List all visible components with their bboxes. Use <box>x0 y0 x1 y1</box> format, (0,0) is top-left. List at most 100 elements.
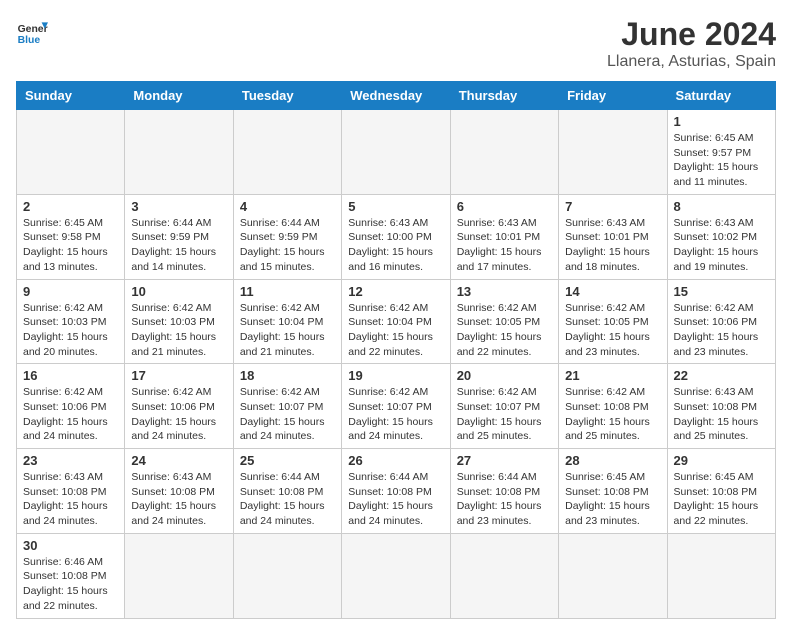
day-number: 27 <box>457 453 552 468</box>
calendar-cell <box>450 110 558 195</box>
day-number: 7 <box>565 199 660 214</box>
weekday-header-wednesday: Wednesday <box>342 82 450 110</box>
day-number: 23 <box>23 453 118 468</box>
day-number: 18 <box>240 368 335 383</box>
weekday-header-friday: Friday <box>559 82 667 110</box>
day-info: Sunrise: 6:42 AMSunset: 10:05 PMDaylight… <box>565 301 660 360</box>
day-info: Sunrise: 6:42 AMSunset: 10:06 PMDaylight… <box>131 385 226 444</box>
day-info: Sunrise: 6:42 AMSunset: 10:06 PMDaylight… <box>674 301 769 360</box>
day-number: 6 <box>457 199 552 214</box>
day-number: 2 <box>23 199 118 214</box>
day-info: Sunrise: 6:42 AMSunset: 10:03 PMDaylight… <box>23 301 118 360</box>
day-info: Sunrise: 6:43 AMSunset: 10:08 PMDaylight… <box>23 470 118 529</box>
day-number: 10 <box>131 284 226 299</box>
calendar-cell <box>125 110 233 195</box>
day-info: Sunrise: 6:43 AMSunset: 10:02 PMDaylight… <box>674 216 769 275</box>
day-info: Sunrise: 6:45 AMSunset: 9:58 PMDaylight:… <box>23 216 118 275</box>
day-info: Sunrise: 6:43 AMSunset: 10:01 PMDaylight… <box>565 216 660 275</box>
day-info: Sunrise: 6:44 AMSunset: 9:59 PMDaylight:… <box>131 216 226 275</box>
calendar-cell: 10 Sunrise: 6:42 AMSunset: 10:03 PMDaylig… <box>125 279 233 364</box>
calendar-cell: 9 Sunrise: 6:42 AMSunset: 10:03 PMDayligh… <box>17 279 125 364</box>
day-info: Sunrise: 6:44 AMSunset: 10:08 PMDaylight… <box>240 470 335 529</box>
weekday-header-tuesday: Tuesday <box>233 82 341 110</box>
week-row-3: 16 Sunrise: 6:42 AMSunset: 10:06 PMDaylig… <box>17 364 776 449</box>
day-number: 3 <box>131 199 226 214</box>
day-number: 24 <box>131 453 226 468</box>
calendar-cell: 24 Sunrise: 6:43 AMSunset: 10:08 PMDaylig… <box>125 449 233 534</box>
day-number: 21 <box>565 368 660 383</box>
calendar-cell <box>233 110 341 195</box>
calendar-table: SundayMondayTuesdayWednesdayThursdayFrid… <box>16 81 776 619</box>
calendar-cell: 11Sunrise: 6:42 AMSunset: 10:04 PMDaylig… <box>233 279 341 364</box>
day-number: 1 <box>674 114 769 129</box>
calendar-cell: 19 Sunrise: 6:42 AMSunset: 10:07 PMDaylig… <box>342 364 450 449</box>
week-row-2: 9 Sunrise: 6:42 AMSunset: 10:03 PMDayligh… <box>17 279 776 364</box>
month-title: June 2024 <box>607 16 776 53</box>
weekday-header-sunday: Sunday <box>17 82 125 110</box>
calendar-cell <box>233 533 341 618</box>
page-header: General Blue June 2024 Llanera, Asturias… <box>16 16 776 71</box>
weekday-header-row: SundayMondayTuesdayWednesdayThursdayFrid… <box>17 82 776 110</box>
calendar-cell <box>342 533 450 618</box>
calendar-cell <box>667 533 775 618</box>
weekday-header-monday: Monday <box>125 82 233 110</box>
calendar-cell: 28 Sunrise: 6:45 AMSunset: 10:08 PMDaylig… <box>559 449 667 534</box>
day-info: Sunrise: 6:45 AMSunset: 9:57 PMDaylight:… <box>674 131 769 190</box>
calendar-cell: 23 Sunrise: 6:43 AMSunset: 10:08 PMDaylig… <box>17 449 125 534</box>
day-number: 12 <box>348 284 443 299</box>
location-title: Llanera, Asturias, Spain <box>607 53 776 71</box>
calendar-cell <box>559 110 667 195</box>
day-info: Sunrise: 6:45 AMSunset: 10:08 PMDaylight… <box>565 470 660 529</box>
calendar-cell: 29Sunrise: 6:45 AMSunset: 10:08 PMDaylig… <box>667 449 775 534</box>
day-number: 19 <box>348 368 443 383</box>
calendar-cell: 8Sunrise: 6:43 AMSunset: 10:02 PMDayligh… <box>667 194 775 279</box>
day-number: 25 <box>240 453 335 468</box>
day-info: Sunrise: 6:42 AMSunset: 10:07 PMDaylight… <box>348 385 443 444</box>
day-info: Sunrise: 6:45 AMSunset: 10:08 PMDaylight… <box>674 470 769 529</box>
calendar-cell: 2 Sunrise: 6:45 AMSunset: 9:58 PMDaylight… <box>17 194 125 279</box>
day-info: Sunrise: 6:43 AMSunset: 10:01 PMDaylight… <box>457 216 552 275</box>
day-number: 15 <box>674 284 769 299</box>
calendar-cell <box>450 533 558 618</box>
calendar-cell <box>342 110 450 195</box>
logo: General Blue <box>16 16 48 48</box>
calendar-cell: 17 Sunrise: 6:42 AMSunset: 10:06 PMDaylig… <box>125 364 233 449</box>
calendar-cell: 20 Sunrise: 6:42 AMSunset: 10:07 PMDaylig… <box>450 364 558 449</box>
day-info: Sunrise: 6:42 AMSunset: 10:03 PMDaylight… <box>131 301 226 360</box>
calendar-cell: 22 Sunrise: 6:43 AMSunset: 10:08 PMDaylig… <box>667 364 775 449</box>
day-number: 28 <box>565 453 660 468</box>
day-info: Sunrise: 6:43 AMSunset: 10:00 PMDaylight… <box>348 216 443 275</box>
day-number: 17 <box>131 368 226 383</box>
title-block: June 2024 Llanera, Asturias, Spain <box>607 16 776 71</box>
week-row-5: 30Sunrise: 6:46 AMSunset: 10:08 PMDaylig… <box>17 533 776 618</box>
week-row-4: 23 Sunrise: 6:43 AMSunset: 10:08 PMDaylig… <box>17 449 776 534</box>
day-info: Sunrise: 6:42 AMSunset: 10:08 PMDaylight… <box>565 385 660 444</box>
calendar-cell <box>17 110 125 195</box>
calendar-cell: 25 Sunrise: 6:44 AMSunset: 10:08 PMDaylig… <box>233 449 341 534</box>
calendar-cell: 12 Sunrise: 6:42 AMSunset: 10:04 PMDaylig… <box>342 279 450 364</box>
day-info: Sunrise: 6:42 AMSunset: 10:06 PMDaylight… <box>23 385 118 444</box>
calendar-cell: 18 Sunrise: 6:42 AMSunset: 10:07 PMDaylig… <box>233 364 341 449</box>
day-info: Sunrise: 6:46 AMSunset: 10:08 PMDaylight… <box>23 555 118 614</box>
calendar-cell: 4Sunrise: 6:44 AMSunset: 9:59 PMDaylight… <box>233 194 341 279</box>
day-number: 16 <box>23 368 118 383</box>
day-info: Sunrise: 6:42 AMSunset: 10:07 PMDaylight… <box>457 385 552 444</box>
day-number: 20 <box>457 368 552 383</box>
day-number: 4 <box>240 199 335 214</box>
day-number: 22 <box>674 368 769 383</box>
weekday-header-thursday: Thursday <box>450 82 558 110</box>
weekday-header-saturday: Saturday <box>667 82 775 110</box>
calendar-cell: 21 Sunrise: 6:42 AMSunset: 10:08 PMDaylig… <box>559 364 667 449</box>
day-info: Sunrise: 6:42 AMSunset: 10:04 PMDaylight… <box>348 301 443 360</box>
day-info: Sunrise: 6:44 AMSunset: 10:08 PMDaylight… <box>348 470 443 529</box>
svg-text:Blue: Blue <box>18 35 41 46</box>
day-number: 26 <box>348 453 443 468</box>
day-info: Sunrise: 6:42 AMSunset: 10:04 PMDaylight… <box>240 301 335 360</box>
day-info: Sunrise: 6:43 AMSunset: 10:08 PMDaylight… <box>674 385 769 444</box>
calendar-cell: 26 Sunrise: 6:44 AMSunset: 10:08 PMDaylig… <box>342 449 450 534</box>
calendar-cell: 30Sunrise: 6:46 AMSunset: 10:08 PMDaylig… <box>17 533 125 618</box>
calendar-cell <box>559 533 667 618</box>
day-info: Sunrise: 6:43 AMSunset: 10:08 PMDaylight… <box>131 470 226 529</box>
day-info: Sunrise: 6:42 AMSunset: 10:07 PMDaylight… <box>240 385 335 444</box>
day-number: 9 <box>23 284 118 299</box>
